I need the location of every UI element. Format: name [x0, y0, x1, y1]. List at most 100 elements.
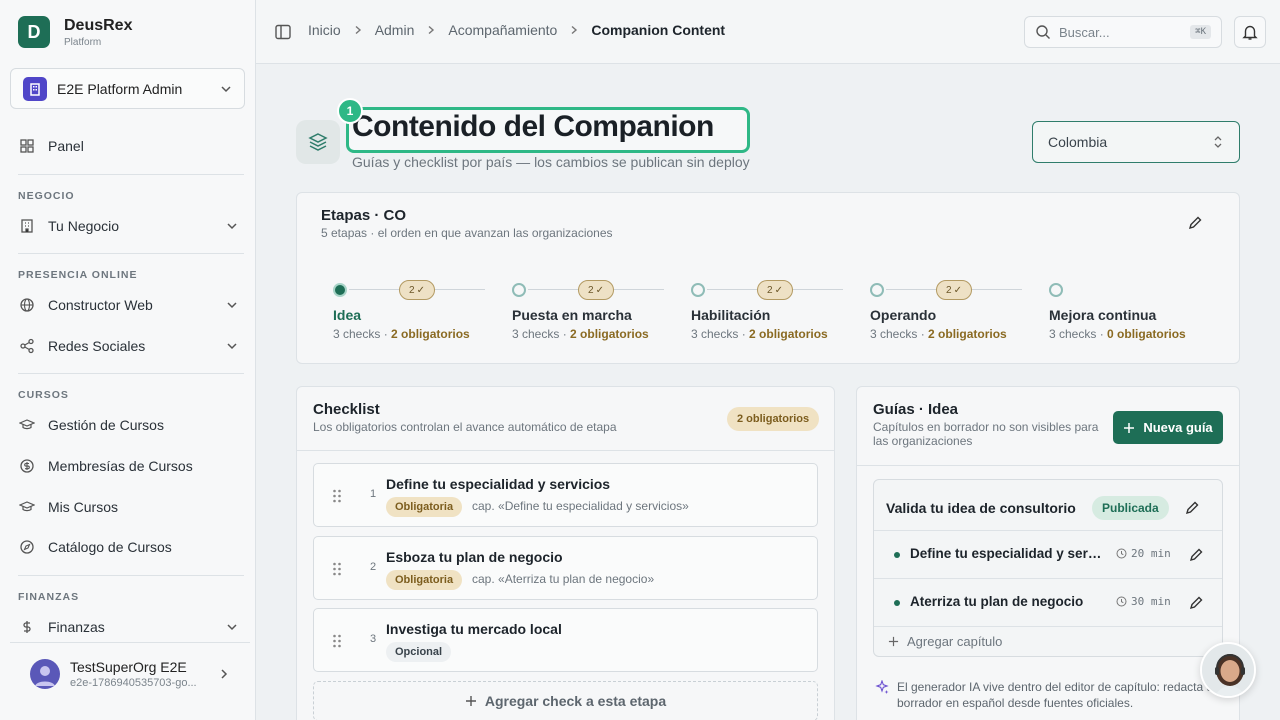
chapter-minutes: 20 min [1131, 547, 1171, 560]
checklist-item[interactable]: 3 Investiga tu mercado local Opcional [313, 608, 818, 672]
add-check-label: Agregar check a esta etapa [484, 693, 667, 709]
breadcrumb-admin[interactable]: Admin [375, 22, 415, 38]
chapter-row[interactable]: Aterriza tu plan de negocio 30 min [874, 578, 1222, 626]
check-icon: ✓ [595, 284, 604, 296]
sidebar-item-label: Panel [48, 138, 84, 154]
item-number: 1 [370, 488, 377, 500]
status-badge: Publicada [1092, 496, 1169, 520]
sidebar-item-catalogo[interactable]: Catálogo de Cursos [18, 535, 238, 559]
required-tag: Obligatoria [386, 570, 463, 590]
clock-icon [1116, 548, 1127, 559]
graduation-cap-icon [18, 416, 36, 434]
topbar: Inicio Admin Acompañamiento Companion Co… [256, 0, 1280, 64]
sidebar-item-gestion-cursos[interactable]: Gestión de Cursos [18, 413, 238, 437]
item-chapter-link: cap. «Define tu especialidad y servicios… [472, 499, 689, 513]
bell-icon [1242, 25, 1258, 40]
clock-icon [1116, 596, 1127, 607]
stage-meta: 3 checks · 2 obligatorios [691, 327, 828, 341]
country-select[interactable]: Colombia [1032, 121, 1240, 163]
sidebar-item-label: Mis Cursos [48, 499, 119, 515]
edit-chapter-icon[interactable] [1188, 595, 1204, 616]
ai-note: El generador IA vive dentro del editor d… [873, 679, 1223, 711]
chevron-down-icon [227, 223, 237, 230]
sidebar-item-panel[interactable]: Panel [18, 134, 238, 158]
guides-card: Guías · Idea Capítulos en borrador no so… [856, 386, 1240, 720]
search-placeholder: Buscar... [1059, 24, 1110, 40]
sidebar-item-constructor-web[interactable]: Constructor Web [18, 293, 238, 317]
add-chapter-button[interactable]: Agregar capítulo [888, 634, 1002, 649]
chevron-right-icon [221, 668, 228, 679]
chapter-row[interactable]: Define tu especialidad y servicios 20 mi… [874, 530, 1222, 578]
sidebar-toggle-icon[interactable] [274, 23, 292, 46]
edit-guide-icon[interactable] [1184, 500, 1200, 521]
stage-checks: 3 checks [691, 327, 739, 341]
brand-name: DeusRex [64, 16, 133, 34]
assistant-avatar-button[interactable] [1200, 642, 1256, 698]
chevron-right-icon [428, 25, 435, 35]
check-icon: ✓ [953, 284, 962, 296]
chapter-bullet [894, 600, 900, 606]
drag-handle-icon[interactable] [332, 488, 342, 509]
stage-meta: 3 checks · 2 obligatorios [870, 327, 1007, 341]
sidebar-item-redes-sociales[interactable]: Redes Sociales [18, 334, 238, 358]
stage-name: Idea [333, 307, 362, 323]
notifications-button[interactable] [1234, 16, 1266, 48]
pill-count: 2 [767, 284, 773, 296]
grid-icon [18, 137, 36, 155]
item-title: Esboza tu plan de negocio [386, 549, 563, 565]
stage-dot [691, 283, 705, 297]
item-number: 3 [370, 633, 377, 645]
required-tag: Obligatoria [386, 497, 463, 517]
guide-title[interactable]: Valida tu idea de consultorio [886, 500, 1076, 516]
stage-meta: 3 checks · 0 obligatorios [1049, 327, 1186, 341]
item-title: Investiga tu mercado local [386, 621, 562, 637]
compass-icon [18, 538, 36, 556]
sidebar-item-finanzas[interactable]: Finanzas [18, 615, 238, 639]
chapter-duration: 30 min [1116, 595, 1171, 608]
breadcrumb-acompanamiento[interactable]: Acompañamiento [448, 22, 557, 38]
sidebar-item-tu-negocio[interactable]: Tu Negocio [18, 214, 238, 238]
required-count-badge: 2 obligatorios [727, 407, 820, 431]
stage-required: 2 obligatorios [570, 327, 649, 341]
drag-handle-icon[interactable] [332, 633, 342, 654]
breadcrumb-inicio[interactable]: Inicio [308, 22, 341, 38]
search-input[interactable]: Buscar... ⌘K [1024, 16, 1222, 48]
chapter-title: Define tu especialidad y servicios [910, 546, 1106, 561]
section-label-presencia: PRESENCIA ONLINE [18, 269, 138, 281]
sidebar-item-label: Gestión de Cursos [48, 417, 164, 433]
brand[interactable]: D DeusRex Platform [18, 16, 132, 48]
sidebar-item-label: Redes Sociales [48, 338, 146, 354]
divider [18, 575, 244, 576]
stage-dot [512, 283, 526, 297]
stage-required-pill: 2 ✓ [757, 280, 793, 300]
stage-dot [333, 283, 347, 297]
new-guide-button[interactable]: Nueva guía [1113, 411, 1223, 444]
user-menu[interactable]: TestSuperOrg E2E e2e-1786940535703-go... [10, 642, 250, 704]
ai-note-text: El generador IA vive dentro del editor d… [897, 680, 1220, 710]
checklist-item[interactable]: 2 Esboza tu plan de negocio Obligatoria … [313, 536, 818, 600]
dollar-circle-icon [18, 457, 36, 475]
item-chapter-link: cap. «Aterriza tu plan de negocio» [472, 572, 655, 586]
stage-name: Habilitación [691, 307, 771, 323]
sidebar-item-label: Tu Negocio [48, 218, 120, 234]
add-check-button[interactable]: Agregar check a esta etapa [313, 681, 818, 720]
sidebar: D DeusRex Platform E2E Platform Admin Pa… [0, 0, 256, 720]
check-icon: ✓ [774, 284, 783, 296]
sidebar-item-mis-cursos[interactable]: Mis Cursos [18, 495, 238, 519]
edit-chapter-icon[interactable] [1188, 547, 1204, 568]
sidebar-item-membresias[interactable]: Membresías de Cursos [18, 454, 238, 478]
drag-handle-icon[interactable] [332, 561, 342, 582]
stage-name: Operando [870, 307, 937, 323]
building-icon [18, 217, 36, 235]
org-switcher[interactable]: E2E Platform Admin [10, 68, 245, 109]
breadcrumb: Inicio Admin Acompañamiento Companion Co… [308, 22, 725, 38]
sidebar-item-label: Constructor Web [48, 297, 153, 313]
pill-count: 2 [588, 284, 594, 296]
dollar-icon [18, 618, 36, 636]
plus-icon [888, 636, 899, 647]
checklist-item[interactable]: 1 Define tu especialidad y servicios Obl… [313, 463, 818, 527]
stage-required: 2 obligatorios [928, 327, 1007, 341]
divider [857, 465, 1239, 466]
stage-required-pill: 2 ✓ [578, 280, 614, 300]
edit-stages-icon[interactable] [1187, 215, 1203, 236]
